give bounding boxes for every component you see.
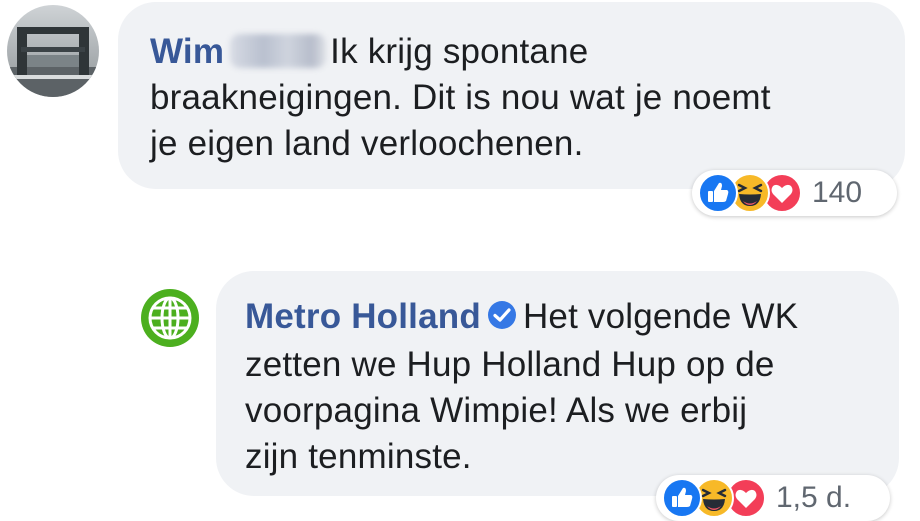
like-icon: [698, 173, 738, 213]
comment-line: Ik krijg spontane: [330, 32, 589, 71]
comment-age[interactable]: 1,5 d.: [776, 481, 851, 515]
author-name[interactable]: Wim: [150, 32, 224, 71]
comment-text: Metro Holland Het volgende WK zetten we H…: [245, 294, 899, 480]
reactions-summary[interactable]: 140: [692, 170, 897, 216]
verified-badge-icon: [487, 296, 517, 342]
bridge-photo-icon: [7, 5, 99, 97]
avatar[interactable]: [140, 288, 200, 348]
redacted-surname: [230, 34, 327, 68]
like-icon: [662, 478, 702, 518]
globe-logo-icon: [141, 289, 199, 347]
comment-line: braakneigingen. Dit is nou wat je noemt: [150, 78, 771, 117]
comment-bubble: Metro Holland Het volgende WK zetten we H…: [216, 271, 899, 496]
author-name[interactable]: Metro Holland: [245, 297, 481, 336]
comment-text: Wim Ik krijg spontane braakneigingen. Dit…: [150, 29, 905, 167]
comment-line: je eigen land verloochenen.: [150, 124, 584, 163]
reactions-summary[interactable]: 1,5 d.: [656, 475, 890, 521]
comment-line: zijn tenminste.: [245, 437, 472, 476]
comment-bubble: Wim Ik krijg spontane braakneigingen. Dit…: [118, 2, 905, 189]
reaction-count: 140: [812, 176, 863, 209]
comment-line: Het volgende WK: [522, 297, 799, 336]
comment-line: voorpagina Wimpie! Als we erbij: [245, 391, 748, 430]
avatar[interactable]: [7, 5, 99, 97]
comment-line: zetten we Hup Holland Hup op de: [245, 345, 775, 384]
